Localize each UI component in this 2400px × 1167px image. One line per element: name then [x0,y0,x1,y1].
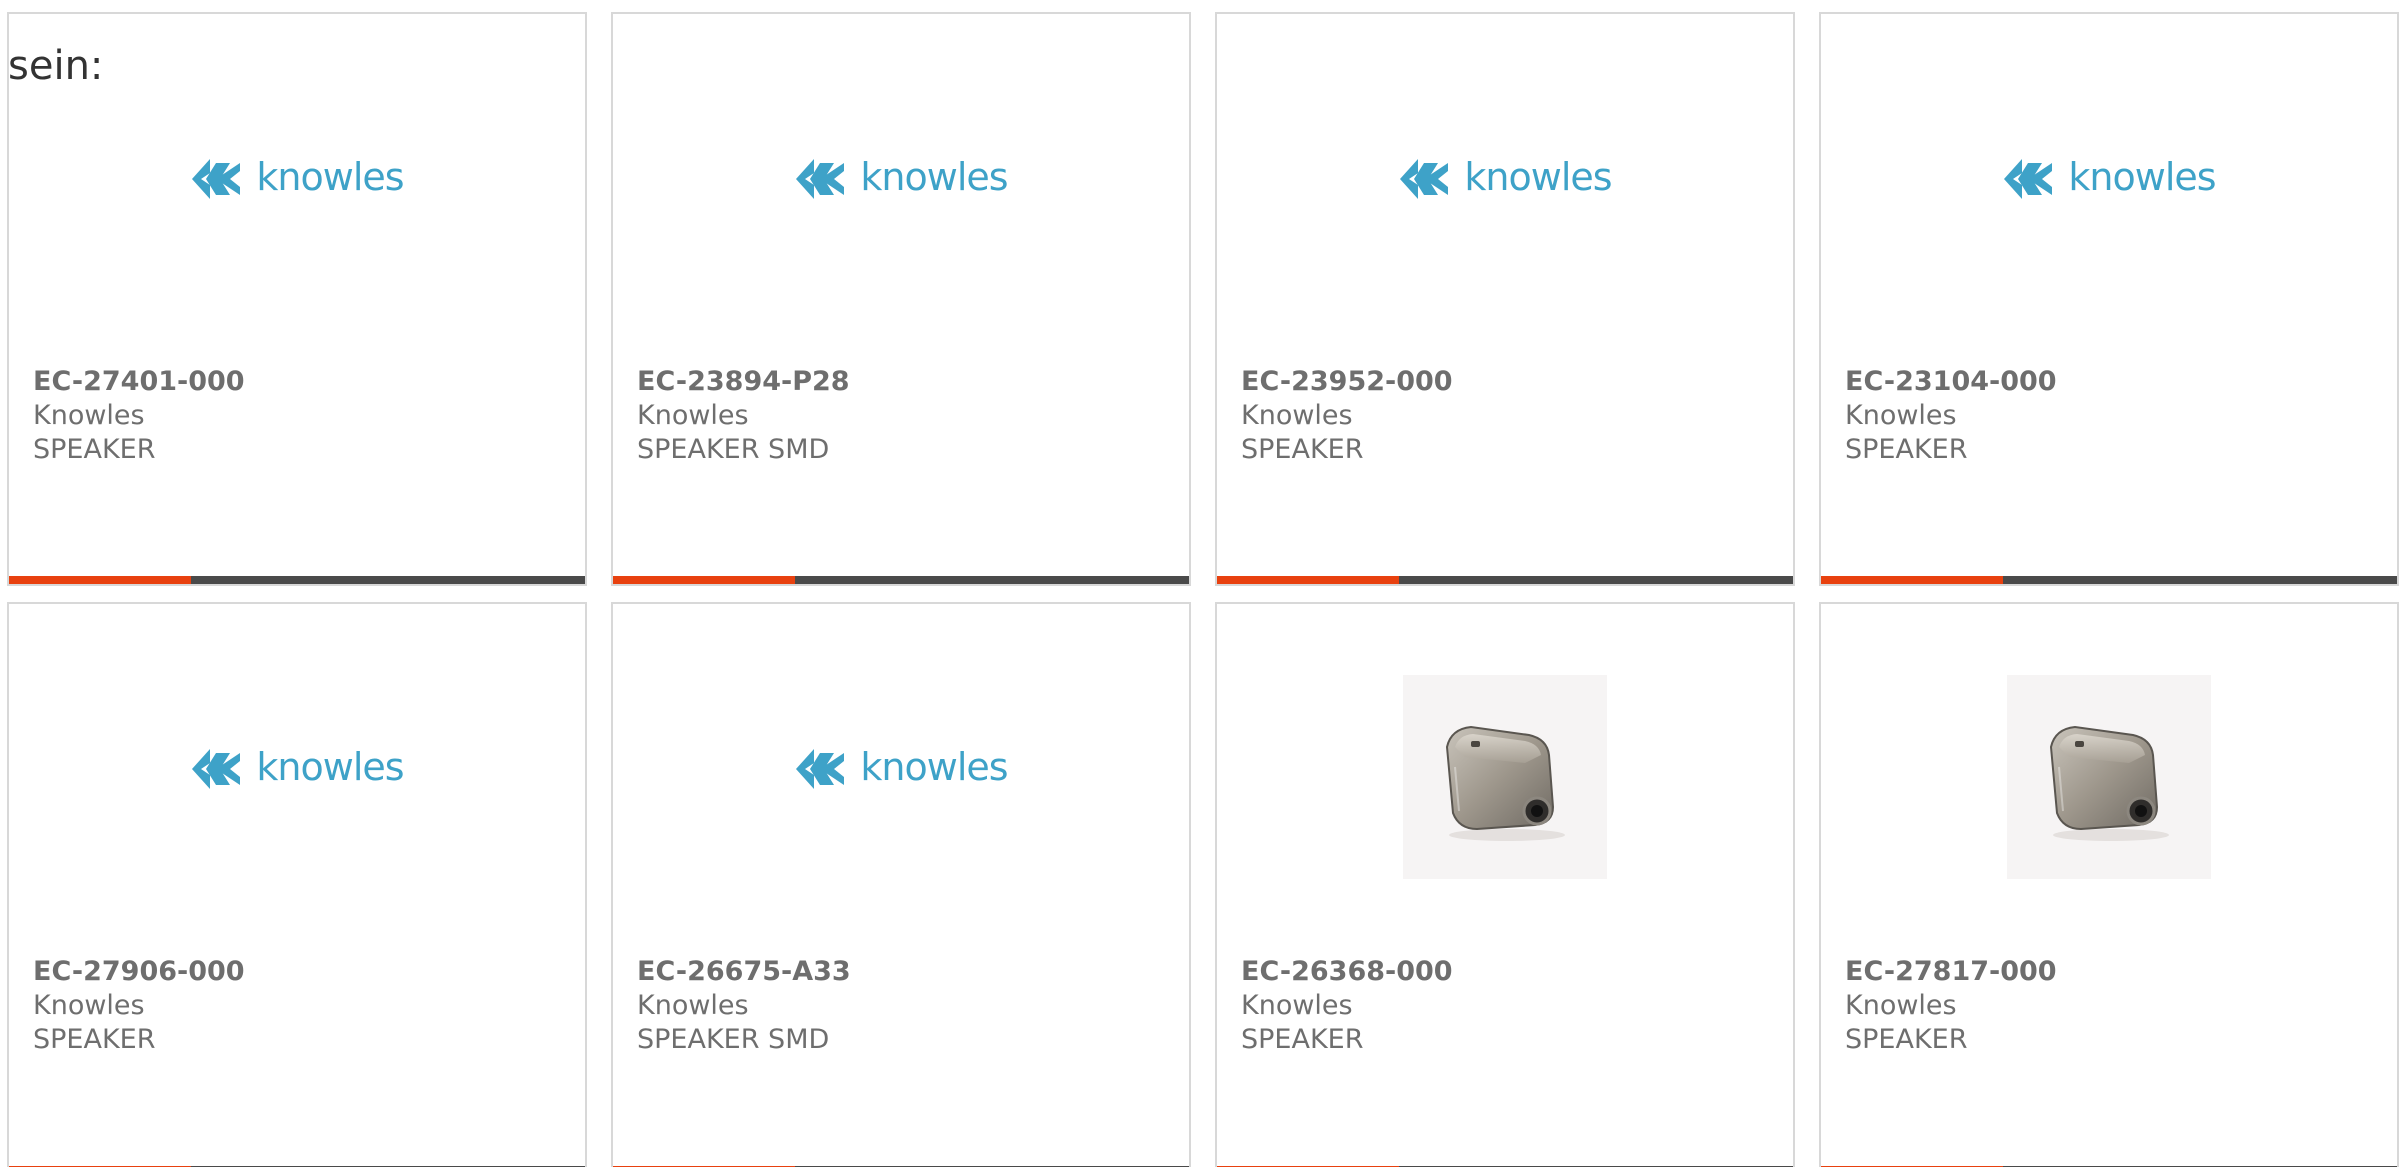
part-number[interactable]: EC-26368-000 [1241,955,1773,989]
part-number[interactable]: EC-23952-000 [1241,365,1773,399]
knowles-logo-icon: knowles [190,747,405,791]
product-category: SPEAKER SMD [637,434,830,465]
product-card[interactable]: EC-26368-000 Knowles SPEAKER [1215,602,1795,1167]
product-image[interactable] [1217,604,1793,950]
part-number[interactable]: EC-27401-000 [33,365,565,399]
card-hover-bar [9,576,585,584]
product-category: SPEAKER [1241,434,1364,465]
overlay-text: sein: [8,43,104,89]
knowles-logo-icon: knowles [794,747,1009,791]
manufacturer-name: Knowles [637,990,749,1021]
manufacturer-name: Knowles [1845,990,1957,1021]
product-image[interactable]: knowles [613,14,1189,360]
manufacturer-name: Knowles [1241,400,1353,431]
product-card[interactable]: EC-27817-000 Knowles SPEAKER [1819,602,2399,1167]
product-card[interactable]: knowles EC-27906-000 Knowles SPEAKER [7,602,587,1167]
product-card[interactable]: knowles EC-23894-P28 Knowles SPEAKER SMD [611,12,1191,586]
manufacturer-name: Knowles [1845,400,1957,431]
manufacturer-name: Knowles [637,400,749,431]
product-card[interactable]: knowles EC-23952-000 Knowles SPEAKER [1215,12,1795,586]
part-number[interactable]: EC-27817-000 [1845,955,2377,989]
manufacturer-name: Knowles [33,400,145,431]
product-card[interactable]: knowles EC-26675-A33 Knowles SPEAKER SMD [611,602,1191,1167]
card-hover-bar [1217,576,1793,584]
product-image[interactable] [1821,604,2397,950]
product-image[interactable]: knowles [9,604,585,950]
product-image[interactable]: knowles [613,604,1189,950]
product-card[interactable]: knowles EC-27401-000 Knowles SPEAKER [7,12,587,586]
knowles-logo-icon: knowles [1398,157,1613,201]
product-grid: knowles EC-27401-000 Knowles SPEAKER kno… [0,0,2400,1167]
card-hover-bar [613,576,1189,584]
knowles-logo-icon: knowles [190,157,405,201]
product-category: SPEAKER [33,1024,156,1055]
knowles-logo-icon: knowles [2002,157,2217,201]
part-number[interactable]: EC-23104-000 [1845,365,2377,399]
product-category: SPEAKER [1845,434,1968,465]
part-number[interactable]: EC-23894-P28 [637,365,1169,399]
part-number[interactable]: EC-26675-A33 [637,955,1169,989]
product-category: SPEAKER SMD [637,1024,830,1055]
card-hover-bar [1821,576,2397,584]
product-image[interactable]: knowles [1217,14,1793,360]
knowles-logo-icon: knowles [794,157,1009,201]
speaker-product-photo [1403,675,1607,879]
manufacturer-name: Knowles [1241,990,1353,1021]
product-card[interactable]: knowles EC-23104-000 Knowles SPEAKER [1819,12,2399,586]
part-number[interactable]: EC-27906-000 [33,955,565,989]
product-image[interactable]: knowles [1821,14,2397,360]
manufacturer-name: Knowles [33,990,145,1021]
product-category: SPEAKER [33,434,156,465]
product-category: SPEAKER [1845,1024,1968,1055]
product-category: SPEAKER [1241,1024,1364,1055]
speaker-product-photo [2007,675,2211,879]
